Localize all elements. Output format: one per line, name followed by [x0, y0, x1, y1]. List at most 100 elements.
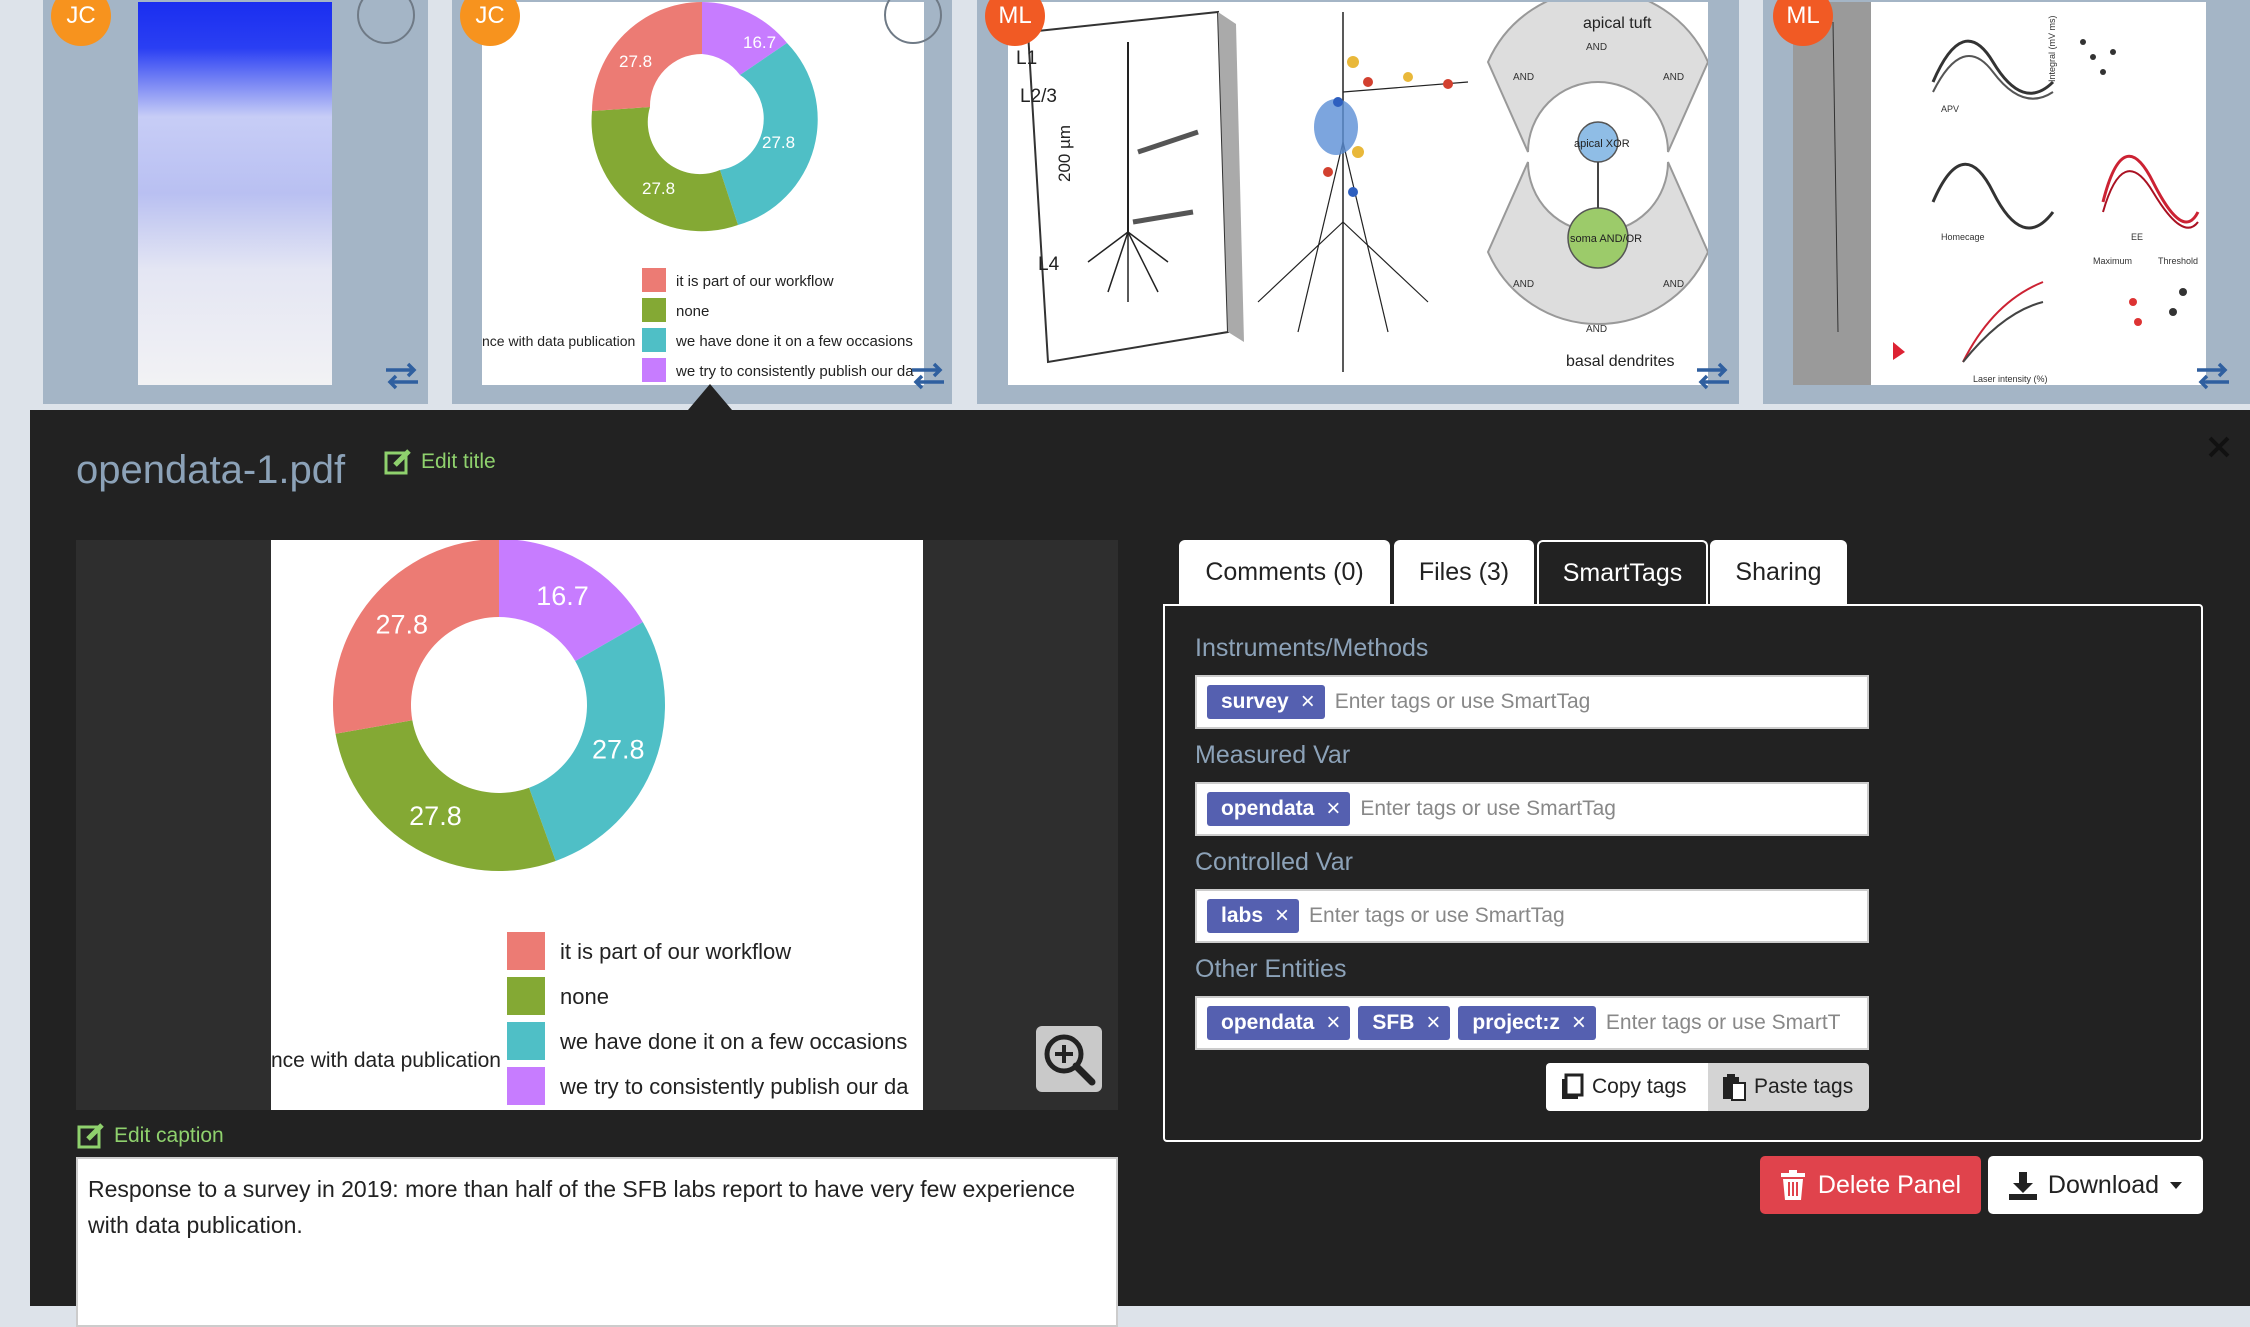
- panel-pointer: [688, 384, 732, 410]
- tag-input[interactable]: [1332, 689, 1867, 715]
- tag-field-other[interactable]: opendata × SFB × project:z ×: [1195, 996, 1869, 1050]
- tag: opendata ×: [1207, 792, 1351, 826]
- edit-caption-button[interactable]: Edit caption: [76, 1121, 224, 1151]
- tab-files[interactable]: Files (3): [1394, 540, 1534, 604]
- thumbnail-1[interactable]: JC: [43, 0, 428, 404]
- tag-label: survey: [1221, 690, 1289, 713]
- donut-chart: 16.7 27.8 27.8 27.8 it is part of our workfl…: [271, 540, 909, 1105]
- swap-icon[interactable]: [910, 362, 946, 390]
- remove-tag-icon[interactable]: ×: [1322, 1009, 1344, 1037]
- section-label-measured: Measured Var: [1195, 741, 1351, 769]
- trash-icon: [1780, 1170, 1805, 1200]
- tag-field-measured[interactable]: opendata ×: [1195, 782, 1869, 836]
- section-label-instruments: Instruments/Methods: [1195, 634, 1429, 662]
- paste-icon: [1723, 1074, 1746, 1101]
- svg-text:nce with data publication: nce with data publication: [482, 333, 635, 349]
- select-circle[interactable]: [357, 0, 415, 44]
- tag-label: SFB: [1372, 1011, 1415, 1034]
- zoom-in-icon: [1044, 1034, 1096, 1086]
- donut-slice: [335, 720, 556, 871]
- svg-text:none: none: [676, 303, 709, 320]
- slice-value-label: 27.8: [409, 801, 462, 831]
- section-label-other: Other Entities: [1195, 955, 1347, 983]
- svg-text:27.8: 27.8: [619, 52, 652, 71]
- copy-icon: [1562, 1073, 1584, 1099]
- tag-label: project:z: [1472, 1011, 1560, 1034]
- thumbnail-4[interactable]: APV Homecage EE Maximum Threshold Laser …: [1763, 0, 2250, 404]
- gate-label: AND: [1586, 324, 1607, 335]
- trace-label: Laser intensity (%): [1973, 374, 2048, 384]
- trace-label: Threshold: [2158, 256, 2198, 266]
- panel-title: opendata-1.pdf: [76, 448, 346, 492]
- gate-label: AND: [1586, 42, 1607, 53]
- remove-tag-icon[interactable]: ×: [1322, 795, 1344, 823]
- copy-tags-button[interactable]: Copy tags: [1546, 1063, 1708, 1111]
- trace-label: EE: [2131, 232, 2143, 242]
- swap-icon[interactable]: [384, 362, 420, 390]
- trace-label: Homecage: [1941, 232, 1985, 242]
- neuron-label: L2/3: [1020, 86, 1057, 107]
- legend-swatch: [507, 1067, 545, 1105]
- thumbnail-image-neuron: L1 L2/3 L4 200 µm apical tuft apical XOR…: [1008, 2, 1708, 385]
- tag-field-instruments[interactable]: survey ×: [1195, 675, 1869, 729]
- tab-smarttags[interactable]: SmartTags: [1537, 540, 1708, 604]
- thumbnail-2[interactable]: 16.7 27.8 27.8 27.8 it is part of our wo…: [452, 0, 952, 404]
- remove-tag-icon[interactable]: ×: [1297, 688, 1319, 716]
- tag-input[interactable]: [1307, 903, 1867, 929]
- edit-title-label: Edit title: [421, 450, 496, 473]
- swap-icon[interactable]: [2195, 362, 2231, 390]
- neuron-label: apical XOR: [1574, 138, 1630, 150]
- delete-panel-button[interactable]: Delete Panel: [1760, 1156, 1981, 1214]
- gate-label: AND: [1513, 279, 1534, 290]
- tag: survey ×: [1207, 685, 1325, 719]
- tag-label: labs: [1221, 904, 1264, 927]
- section-label-controlled: Controlled Var: [1195, 848, 1353, 876]
- tag-label: opendata: [1221, 797, 1315, 820]
- slice-value-label: 16.7: [536, 581, 589, 611]
- remove-tag-icon[interactable]: ×: [1271, 902, 1293, 930]
- tab-sharing[interactable]: Sharing: [1710, 540, 1847, 604]
- gate-label: AND: [1663, 279, 1684, 290]
- zoom-button[interactable]: [1036, 1026, 1102, 1092]
- tag-label: opendata: [1221, 1011, 1315, 1034]
- svg-text:we have done it on a few occas: we have done it on a few occasions: [675, 333, 913, 350]
- tag-input[interactable]: [1358, 796, 1867, 822]
- neuron-label: L1: [1016, 48, 1037, 69]
- thumbnail-image-donut: 16.7 27.8 27.8 27.8 it is part of our wo…: [482, 2, 924, 385]
- trace-label: Integral (mV ms): [2047, 15, 2057, 82]
- remove-tag-icon[interactable]: ×: [1568, 1009, 1590, 1037]
- scale-label: 200 µm: [1055, 125, 1074, 182]
- svg-text:it is part of our workflow: it is part of our workflow: [676, 273, 834, 290]
- tag-input[interactable]: [1603, 1010, 1867, 1036]
- swap-icon[interactable]: [1695, 362, 1731, 390]
- tag-field-controlled[interactable]: labs ×: [1195, 889, 1869, 943]
- paste-tags-button[interactable]: Paste tags: [1708, 1063, 1869, 1111]
- neuron-label: soma AND/OR: [1570, 233, 1642, 245]
- caption-text[interactable]: Response to a survey in 2019: more than …: [76, 1157, 1118, 1327]
- close-icon[interactable]: [2204, 432, 2234, 462]
- avatar: JC: [51, 0, 111, 46]
- neuron-label: apical tuft: [1583, 15, 1652, 32]
- svg-text:27.8: 27.8: [642, 179, 675, 198]
- legend-label: we have done it on a few occasions: [559, 1029, 907, 1054]
- edit-title-button[interactable]: Edit title: [383, 447, 496, 477]
- image-preview: 16.7 27.8 27.8 27.8 it is part of our workfl…: [76, 540, 1118, 1110]
- delete-panel-label: Delete Panel: [1817, 1170, 1962, 1199]
- legend-label: none: [560, 984, 609, 1009]
- svg-text:we try to consistently publish: we try to consistently publish our da: [675, 363, 914, 380]
- tab-comments[interactable]: Comments (0): [1179, 540, 1390, 604]
- thumbnail-image-traces: APV Homecage EE Maximum Threshold Laser …: [1793, 2, 2206, 385]
- gate-label: AND: [1663, 72, 1684, 83]
- thumbnail-image-staining: [138, 2, 332, 385]
- thumbnail-3[interactable]: L1 L2/3 L4 200 µm apical tuft apical XOR…: [977, 0, 1739, 404]
- remove-tag-icon[interactable]: ×: [1422, 1009, 1444, 1037]
- legend-swatch: [507, 932, 545, 970]
- copy-tags-label: Copy tags: [1592, 1075, 1687, 1098]
- trace-label: Maximum: [2093, 256, 2132, 266]
- tag: labs ×: [1207, 899, 1300, 933]
- legend-swatch: [507, 977, 545, 1015]
- download-button[interactable]: Download: [1988, 1156, 2203, 1214]
- legend-label: it is part of our workflow: [560, 939, 791, 964]
- svg-text:27.8: 27.8: [762, 133, 795, 152]
- caret-down-icon: [2170, 1182, 2183, 1189]
